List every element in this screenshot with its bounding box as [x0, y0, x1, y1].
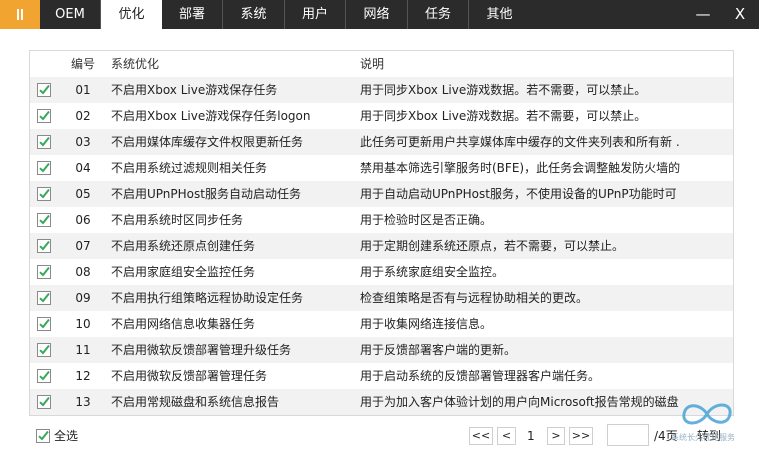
row-name: 不启用执行组策略远程协助设定任务 [111, 291, 304, 305]
row-name: 不启用UPnPHost服务自动启动任务 [111, 187, 301, 201]
tab-user[interactable]: 用户 [285, 0, 346, 29]
row-checkbox-icon[interactable] [37, 317, 51, 331]
prev-page-button[interactable]: < [497, 427, 516, 445]
row-number: 10 [75, 317, 91, 331]
row-name: 不启用Xbox Live游戏保存任务logon [111, 109, 311, 123]
row-description: 检查组策略是否有与远程协助相关的更改。 [360, 291, 589, 305]
row-description: 用于同步Xbox Live游戏数据。若不需要，可以禁止。 [360, 109, 647, 123]
row-checkbox-icon[interactable] [37, 187, 51, 201]
close-button[interactable]: X [726, 0, 754, 29]
row-checkbox-icon[interactable] [37, 369, 51, 383]
row-name: 不启用网络信息收集器任务 [111, 317, 256, 331]
row-name: 不启用微软反馈部署管理升级任务 [111, 343, 292, 357]
row-checkbox-icon[interactable] [37, 213, 51, 227]
menu-bar-left [17, 9, 19, 20]
minimize-button[interactable]: — [689, 0, 717, 29]
row-description: 用于同步Xbox Live游戏数据。若不需要，可以禁止。 [360, 83, 647, 97]
row-checkbox-icon[interactable] [37, 395, 51, 409]
header-number: 编号 [70, 57, 95, 71]
current-page: 1 [527, 429, 535, 443]
row-name: 不启用常规磁盘和系统信息报告 [111, 395, 280, 409]
row-number: 09 [75, 291, 91, 305]
tab-tasks[interactable]: 任务 [408, 0, 469, 29]
row-number: 02 [75, 109, 91, 123]
menu-bar-right [21, 9, 23, 20]
watermark-text: 系统长久优化服务 [671, 433, 735, 442]
next-page-button[interactable]: > [547, 427, 565, 445]
row-number: 03 [75, 135, 91, 149]
row-name: 不启用微软反馈部署管理任务 [111, 369, 268, 383]
table-row[interactable]: 12 不启用微软反馈部署管理任务 用于启动系统的反馈部署管理器客户端任务。 [30, 363, 733, 389]
row-number: 11 [75, 343, 91, 357]
page-input[interactable] [607, 424, 649, 446]
row-checkbox-icon[interactable] [37, 239, 51, 253]
row-description: 用于收集网络连接信息。 [360, 317, 493, 331]
table-row[interactable]: 05 不启用UPnPHost服务自动启动任务 用于自动启动UPnPHost服务，不使… [30, 181, 733, 207]
table-row[interactable]: 10 不启用网络信息收集器任务 用于收集网络连接信息。 [30, 311, 733, 337]
row-number: 08 [75, 265, 91, 279]
tab-oem[interactable]: OEM [40, 0, 101, 29]
row-checkbox-icon[interactable] [37, 291, 51, 305]
row-checkbox-icon[interactable] [37, 109, 51, 123]
table-row[interactable]: 06 不启用系统时区同步任务 用于检验时区是否正确。 [30, 207, 733, 233]
tab-system[interactable]: 系统 [223, 0, 285, 29]
row-number: 12 [75, 369, 91, 383]
row-description: 用于为加入客户体验计划的用户向Microsoft报告常规的磁盘 .. [360, 395, 680, 409]
optimization-table: 编号 系统优化 说明 01 不启用Xbox Live游戏保存任务 用于同步Xbox … [29, 50, 734, 416]
table-row[interactable]: 01 不启用Xbox Live游戏保存任务 用于同步Xbox Live游戏数据。若不… [30, 77, 733, 103]
row-number: 13 [75, 395, 91, 409]
table-header: 编号 系统优化 说明 [30, 51, 733, 77]
row-description: 此任务可更新用户共享媒体库中缓存的文件夹列表和所有新 .. [360, 135, 680, 149]
row-description: 禁用基本筛选引擎服务时(BFE)，此任务会调整触发防火墙的 .. [360, 161, 680, 175]
row-name: 不启用媒体库缓存文件权限更新任务 [111, 135, 304, 149]
row-number: 07 [75, 239, 91, 253]
row-description: 用于系统家庭组安全监控。 [360, 265, 505, 279]
row-name: 不启用家庭组安全监控任务 [111, 265, 256, 279]
row-description: 用于反馈部署客户端的更新。 [360, 343, 517, 357]
row-number: 01 [75, 83, 91, 97]
row-name: 不启用系统时区同步任务 [111, 213, 244, 227]
tab-other[interactable]: 其他 [469, 0, 530, 29]
header-description: 说明 [360, 57, 385, 71]
table-row[interactable]: 13 不启用常规磁盘和系统信息报告 用于为加入客户体验计划的用户向Microsoft… [30, 389, 733, 415]
last-page-button[interactable]: >> [569, 427, 593, 445]
row-description: 用于检验时区是否正确。 [360, 213, 493, 227]
row-description: 用于启动系统的反馈部署管理器客户端任务。 [360, 369, 601, 383]
row-name: 不启用Xbox Live游戏保存任务 [111, 83, 278, 97]
row-description: 用于定期创建系统还原点，若不需要，可以禁止。 [360, 239, 625, 253]
select-all-label: 全选 [54, 429, 79, 443]
menu-icon[interactable] [0, 0, 40, 29]
table-row[interactable]: 11 不启用微软反馈部署管理升级任务 用于反馈部署客户端的更新。 [30, 337, 733, 363]
row-number: 05 [75, 187, 91, 201]
row-checkbox-icon[interactable] [37, 161, 51, 175]
row-number: 04 [75, 161, 91, 175]
row-number: 06 [75, 213, 91, 227]
tab-bar: OEM 优化 部署 系统 用户 网络 任务 其他 — X [0, 0, 759, 29]
row-description: 用于自动启动UPnPHost服务，不使用设备的UPnP功能时可 .. [360, 187, 680, 201]
table-row[interactable]: 08 不启用家庭组安全监控任务 用于系统家庭组安全监控。 [30, 259, 733, 285]
row-name: 不启用系统过滤规则相关任务 [111, 161, 268, 175]
table-row[interactable]: 02 不启用Xbox Live游戏保存任务logon 用于同步Xbox Live游戏… [30, 103, 733, 129]
row-name: 不启用系统还原点创建任务 [111, 239, 256, 253]
first-page-button[interactable]: << [469, 427, 493, 445]
table-row[interactable]: 04 不启用系统过滤规则相关任务 禁用基本筛选引擎服务时(BFE)，此任务会调整触发… [30, 155, 733, 181]
table-row[interactable]: 03 不启用媒体库缓存文件权限更新任务 此任务可更新用户共享媒体库中缓存的文件夹列表… [30, 129, 733, 155]
select-all-checkbox-icon[interactable] [36, 429, 50, 443]
row-checkbox-icon[interactable] [37, 83, 51, 97]
tab-optimize[interactable]: 优化 [101, 0, 162, 29]
tab-network[interactable]: 网络 [346, 0, 408, 29]
header-name: 系统优化 [111, 57, 160, 71]
tab-deploy[interactable]: 部署 [162, 0, 223, 29]
row-checkbox-icon[interactable] [37, 265, 51, 279]
table-row[interactable]: 07 不启用系统还原点创建任务 用于定期创建系统还原点，若不需要，可以禁止。 [30, 233, 733, 259]
table-row[interactable]: 09 不启用执行组策略远程协助设定任务 检查组策略是否有与远程协助相关的更改。 [30, 285, 733, 311]
row-checkbox-icon[interactable] [37, 343, 51, 357]
row-checkbox-icon[interactable] [37, 135, 51, 149]
